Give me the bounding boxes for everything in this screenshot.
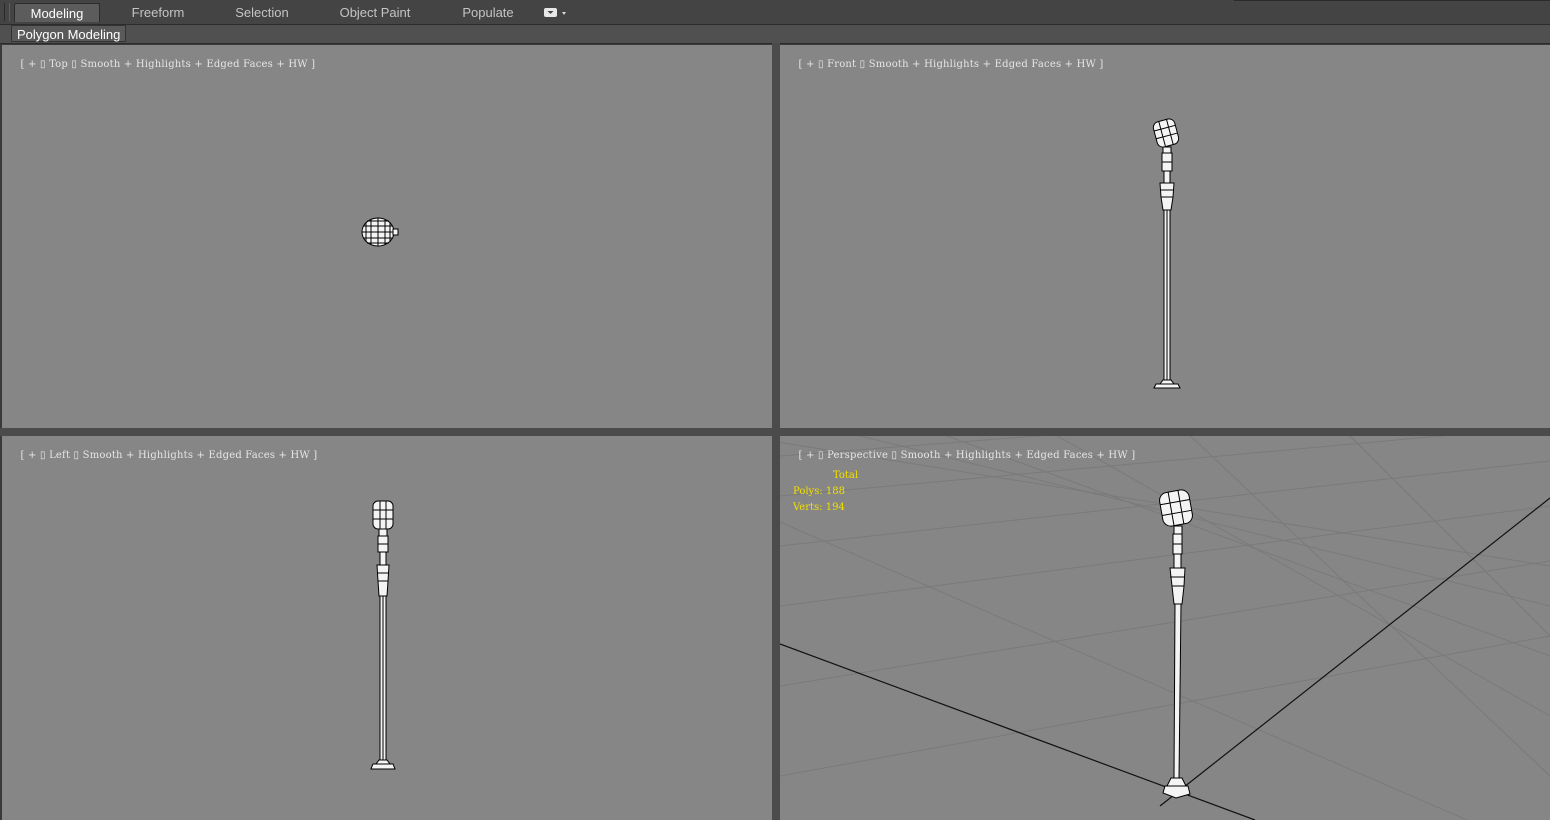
viewport-left[interactable]: [ + ▯ Left ▯ Smooth + Highlights + Edged…	[2, 436, 772, 820]
tab-selection[interactable]: Selection	[222, 3, 302, 22]
stats-polys: Polys: 188	[793, 486, 845, 497]
stats-verts: Verts: 194	[793, 502, 845, 513]
viewport-top[interactable]: [ + ▯ Top ▯ Smooth + Highlights + Edged …	[2, 45, 772, 428]
scene-statistics: Total Polys: 188 Verts: 194	[793, 468, 858, 516]
tab-freeform[interactable]: Freeform	[118, 3, 198, 22]
perspective-grid-and-model[interactable]	[780, 436, 1550, 820]
ribbon-divider	[1234, 0, 1550, 1]
viewport-divider-horizontal[interactable]	[0, 428, 1550, 436]
tab-object-paint[interactable]: Object Paint	[330, 3, 420, 22]
tab-populate[interactable]: Populate	[448, 3, 528, 22]
microphone-model-front-view[interactable]	[780, 45, 1550, 428]
microphone-model-top-view[interactable]	[2, 45, 772, 428]
ribbon-options-dropdown-icon[interactable]	[543, 6, 569, 20]
microphone-model-left-view[interactable]	[2, 436, 772, 820]
viewport-perspective[interactable]: [ + ▯ Perspective ▯ Smooth + Highlights …	[780, 436, 1550, 820]
stats-total-heading: Total	[833, 470, 859, 481]
ribbon-panel-bar: Polygon Modeling	[0, 24, 1550, 44]
ribbon-grip-handle[interactable]	[4, 3, 10, 21]
tab-modeling[interactable]: Modeling	[14, 3, 100, 22]
viewport-front[interactable]: [ + ▯ Front ▯ Smooth + Highlights + Edge…	[780, 45, 1550, 428]
ribbon-tab-bar: Modeling Freeform Selection Object Paint…	[0, 0, 1550, 25]
polygon-modeling-panel-button[interactable]: Polygon Modeling	[11, 25, 127, 42]
